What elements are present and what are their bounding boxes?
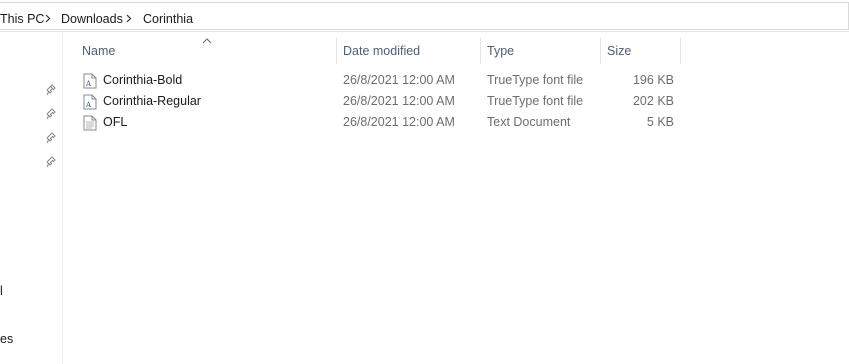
file-row-ofl[interactable]: OFL 26/8/2021 12:00 AM Text Document 5 K… (78, 112, 682, 133)
address-bar: This PC Downloads Corinthia (0, 0, 849, 32)
column-divider[interactable] (480, 38, 481, 64)
file-type: TrueType font file (487, 94, 584, 108)
file-size: 196 KB (632, 73, 674, 87)
sort-ascending-icon (202, 38, 212, 44)
font-file-icon: A (83, 94, 97, 110)
column-header-name[interactable]: Name (82, 38, 115, 64)
file-type: Text Document (487, 115, 571, 129)
pin-icon[interactable] (46, 84, 58, 96)
file-date-modified: 26/8/2021 12:00 AM (343, 73, 455, 87)
breadcrumb[interactable]: This PC Downloads Corinthia (0, 2, 849, 30)
column-divider[interactable] (336, 38, 337, 64)
file-type: TrueType font file (487, 73, 584, 87)
file-size: 202 KB (632, 94, 674, 108)
column-divider[interactable] (680, 38, 681, 64)
pin-icon[interactable] (46, 108, 58, 120)
column-header-type[interactable]: Type (487, 38, 514, 64)
nav-item-fragment[interactable]: l (0, 284, 3, 298)
file-name: Corinthia-Regular (103, 94, 201, 108)
column-header-date-modified[interactable]: Date modified (343, 38, 420, 64)
file-name: Corinthia-Bold (103, 73, 183, 87)
text-file-icon (83, 115, 97, 131)
breadcrumb-this-pc[interactable]: This PC (0, 12, 44, 26)
font-file-icon: A (83, 73, 97, 89)
breadcrumb-downloads[interactable]: Downloads (61, 12, 123, 26)
navigation-pane: l es (0, 32, 63, 364)
chevron-right-icon[interactable] (124, 11, 134, 25)
pin-icon[interactable] (46, 132, 58, 144)
file-name: OFL (103, 115, 128, 129)
pin-icon[interactable] (46, 156, 58, 168)
nav-item-fragment[interactable]: es (0, 332, 13, 346)
file-date-modified: 26/8/2021 12:00 AM (343, 115, 455, 129)
file-date-modified: 26/8/2021 12:00 AM (343, 94, 455, 108)
column-divider[interactable] (600, 38, 601, 64)
file-size: 5 KB (646, 115, 674, 129)
column-header-size[interactable]: Size (607, 38, 631, 64)
breadcrumb-corinthia[interactable]: Corinthia (143, 12, 193, 26)
svg-text:A: A (85, 101, 92, 109)
file-row-corinthia-regular[interactable]: A Corinthia-Regular 26/8/2021 12:00 AM T… (78, 91, 682, 112)
chevron-right-icon[interactable] (43, 11, 53, 25)
svg-text:A: A (85, 80, 92, 88)
file-row-corinthia-bold[interactable]: A Corinthia-Bold 26/8/2021 12:00 AM True… (78, 70, 682, 91)
file-explorer-window: This PC Downloads Corinthia l es Name Da… (0, 0, 849, 364)
